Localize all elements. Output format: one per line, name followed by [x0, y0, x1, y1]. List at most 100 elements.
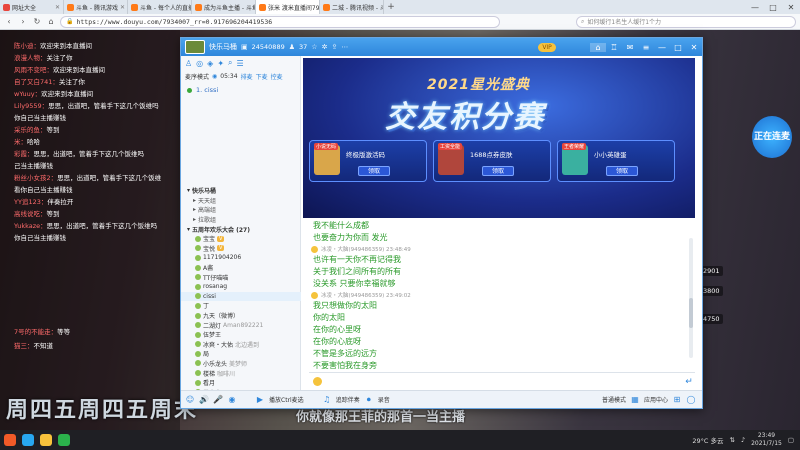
mic-action-leave[interactable]: 下麦 [256, 72, 268, 81]
app-icon-browser[interactable] [4, 434, 16, 446]
channel-user[interactable]: TT仔喵喵 [181, 272, 301, 282]
home-icon[interactable]: ⌂ [590, 42, 606, 52]
browser-tab[interactable]: 张米 渡米直播间7934✕ [256, 0, 320, 14]
danmu-user[interactable]: 风雨不变吧： [14, 66, 53, 74]
user-avatar-icon[interactable] [311, 245, 318, 253]
share-icon[interactable]: ⇪ [331, 43, 337, 51]
browser-tab[interactable]: 二城 - 腾讯视频 - 斗鱼✕ [320, 0, 384, 14]
channel-user[interactable]: cissi [181, 291, 301, 302]
record-icon[interactable]: ◎ [196, 59, 203, 68]
danmu-user[interactable]: 粉丝小女孩2： [14, 174, 57, 182]
skin-icon[interactable]: ♖ [606, 43, 622, 52]
volume-icon[interactable]: ♪ [741, 436, 745, 444]
grid-icon[interactable]: ⊞ [672, 395, 682, 404]
chat-sender[interactable]: 冰凌・大脑(949486359) 23:48:49 [321, 245, 411, 253]
channel-group[interactable]: ▸ 拉歌组 [181, 215, 301, 225]
danmu-user[interactable]: 米： [14, 138, 27, 146]
tab-close-icon[interactable]: ✕ [120, 4, 125, 11]
claim-button[interactable]: 领取 [606, 166, 638, 176]
mode-label[interactable]: 普通模式 [602, 395, 626, 404]
message-icon[interactable]: ✉ [622, 43, 638, 52]
star-icon[interactable]: ☆ [311, 43, 317, 51]
app-icon-wechat[interactable] [58, 434, 70, 446]
channel-user[interactable]: rosanag [181, 282, 301, 292]
browser-tab[interactable]: 斗鱼 - 腾讯游戏 ✕ [64, 0, 128, 14]
app-center-label[interactable]: 应用中心 [644, 395, 668, 404]
play-label[interactable]: 播放Ctrl麦选 [269, 395, 304, 404]
user-icon[interactable]: ♙ [185, 59, 192, 68]
browser-tab[interactable]: 成为斗鱼主播 - 斗鱼✕ [192, 0, 256, 14]
mic-queue-item[interactable]: 1. cissi [181, 82, 300, 98]
channel-user[interactable]: 局 [181, 349, 301, 359]
play-icon[interactable]: ▶ [255, 395, 265, 404]
search-input[interactable]: ⌕ 如何缓行1名生人缓行1个力 [576, 15, 796, 28]
avatar-icon[interactable]: ☺ [185, 395, 195, 404]
channel-user[interactable]: 冰爽・大佑 北边遇到 [181, 340, 301, 350]
expand-icon[interactable]: ▾ [187, 226, 190, 233]
mic-action-queue[interactable]: 排麦 [241, 72, 253, 81]
url-input[interactable]: 🔒 https://www.douyu.com/7934007_rr=0.917… [60, 15, 500, 28]
mic-mode-label[interactable]: 麦序模式 [185, 72, 209, 81]
maximize-icon[interactable]: □ [670, 43, 686, 52]
danmu-user[interactable]: 猫三： [14, 342, 34, 350]
danmu-user[interactable]: 陈小迪： [14, 42, 40, 50]
minimize-icon[interactable]: — [746, 0, 764, 14]
maximize-icon[interactable]: □ [764, 0, 782, 14]
reward-card[interactable]: 工资全能 1688点券皮肤 领取 [433, 140, 551, 182]
browser-tab[interactable]: 网址大全 ✕ [0, 0, 64, 14]
gift-icon[interactable]: ✦ [217, 59, 224, 68]
accompany-label[interactable]: 追踪伴奏 [336, 395, 360, 404]
channel-group[interactable]: ▾ 五周年欢乐大会 (27) [181, 224, 301, 234]
chat-sender[interactable]: 冰凌・大脑(949486359) 23:49:02 [321, 291, 411, 299]
channel-user[interactable]: 楼梯 咖啡川 [181, 368, 301, 378]
emoji-icon[interactable] [313, 377, 322, 386]
speaker-icon[interactable]: 🔊 [199, 395, 209, 404]
tape-icon[interactable]: ⏺ [364, 395, 374, 405]
danmu-user[interactable]: wYuuy： [14, 90, 41, 98]
game-icon[interactable]: ◈ [207, 59, 213, 68]
minimize-icon[interactable]: — [654, 43, 670, 52]
browser-tab[interactable]: 斗鱼 - 每个人的直播平台✕ [128, 0, 192, 14]
claim-button[interactable]: 领取 [358, 166, 390, 176]
network-icon[interactable]: ⇅ [729, 436, 734, 444]
circle-icon[interactable]: ◯ [686, 395, 696, 404]
danmu-user[interactable]: Yukkaze： [14, 222, 47, 230]
channel-group[interactable]: ▸ 高端组 [181, 205, 301, 215]
vip-badge[interactable]: VIP [538, 42, 556, 52]
refresh-icon[interactable]: ↻ [32, 17, 42, 26]
chat-input[interactable] [326, 377, 679, 386]
close-icon[interactable]: ✕ [782, 0, 800, 14]
event-banner[interactable]: 2021星光盛典 交友积分赛 小说无码 终极版激活码 领取 工资全能 1688点券皮肤领… [303, 58, 695, 218]
notification-icon[interactable]: ▢ [788, 436, 794, 444]
mic-icon[interactable]: 🎤 [213, 395, 223, 404]
danmu-user[interactable]: Lily9559： [14, 102, 48, 110]
send-icon[interactable]: ↵ [683, 377, 695, 387]
scroll-thumb[interactable] [689, 298, 693, 328]
claim-button[interactable]: 领取 [482, 166, 514, 176]
menu-icon[interactable]: ≡ [638, 43, 654, 52]
back-icon[interactable]: ‹ [4, 17, 14, 26]
music-icon[interactable]: ♫ [322, 395, 332, 404]
channel-user[interactable]: 九天（微博） [181, 311, 301, 321]
danmu-user[interactable]: YY追123： [14, 198, 47, 206]
channel-user[interactable]: 宝宝 V [181, 234, 301, 244]
close-icon[interactable]: ✕ [686, 43, 702, 52]
channel-user[interactable]: 伍梦王 [181, 330, 301, 340]
weather-text[interactable]: 29°C 多云 [692, 435, 723, 445]
list-icon[interactable]: ☰ [237, 59, 244, 68]
expand-icon[interactable]: ▾ [187, 187, 190, 194]
expand-icon[interactable]: ▸ [193, 197, 196, 204]
danmu-user[interactable]: 7号的不能走： [14, 328, 57, 336]
danmu-user[interactable]: 采乐的鱼： [14, 126, 47, 134]
chat-scrollbar[interactable] [689, 238, 693, 358]
channel-group[interactable]: ▾ 快乐马桶 [181, 186, 301, 196]
home-icon[interactable]: ⌂ [46, 17, 56, 26]
app-icon-yy[interactable] [22, 434, 34, 446]
record-label[interactable]: 录音 [378, 395, 390, 404]
danmu-user[interactable]: 自了又白741： [14, 78, 59, 86]
channel-user[interactable]: 宝悦 V [181, 244, 301, 254]
expand-icon[interactable]: ▸ [193, 216, 196, 223]
expand-icon[interactable]: ▸ [193, 206, 196, 213]
danmu-user[interactable]: 高线说吃： [14, 210, 47, 218]
reward-card[interactable]: 小说无码 终极版激活码 领取 [309, 140, 427, 182]
